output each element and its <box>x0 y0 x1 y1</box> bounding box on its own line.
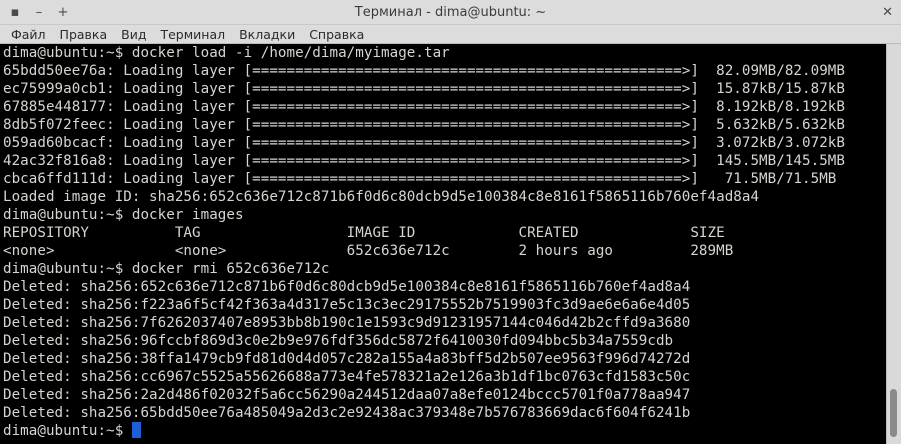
terminal-line: dima@ubuntu:~$ docker load -i /home/dima… <box>3 45 450 61</box>
terminal-line: 42ac32f816a8: Loading layer [===========… <box>3 153 845 169</box>
terminal-line: dima@ubuntu:~$ docker rmi 652c636e712c <box>3 261 330 277</box>
terminal-line: Loaded image ID: sha256:652c636e712c871b… <box>3 189 760 205</box>
terminal-line: Deleted: sha256:652c636e712c871b6f0d6c80… <box>3 279 691 295</box>
menu-view[interactable]: Вид <box>114 25 153 44</box>
terminal-line: Deleted: sha256:7f6262037407e8953bb8b190… <box>3 315 691 331</box>
menu-help[interactable]: Справка <box>302 25 371 44</box>
terminal-window: ▪ – + Терминал - dima@ubuntu: ~ ✕ Файл П… <box>0 0 901 444</box>
close-icon[interactable]: ✕ <box>882 0 893 25</box>
menu-tabs[interactable]: Вкладки <box>232 25 302 44</box>
terminal-line: Deleted: sha256:2a2d486f02032f5a6cc56290… <box>3 387 691 403</box>
scrollbar-thumb[interactable] <box>890 389 897 437</box>
terminal-line: Deleted: sha256:96fccbf869d3c0e2b9e976fd… <box>3 333 674 349</box>
terminal-line: Deleted: sha256:38ffa1479cb9fd81d0d4d057… <box>3 351 691 367</box>
menu-file[interactable]: Файл <box>4 25 53 44</box>
title-bar: ▪ – + Терминал - dima@ubuntu: ~ ✕ <box>0 0 901 25</box>
text-cursor <box>131 422 141 438</box>
terminal-line: cbca6ffd111d: Loading layer [===========… <box>3 171 837 187</box>
terminal-line: 059ad60bcacf: Loading layer [===========… <box>3 135 845 151</box>
terminal-line: 67885e448177: Loading layer [===========… <box>3 99 845 115</box>
terminal-line: REPOSITORY TAG IMAGE ID CREATED SIZE <box>3 225 725 241</box>
window-title: Терминал - dima@ubuntu: ~ <box>354 5 547 20</box>
terminal-line: dima@ubuntu:~$ docker images <box>3 207 244 223</box>
terminal-line: 65bdd50ee76a: Loading layer [===========… <box>3 63 845 79</box>
menu-terminal[interactable]: Терминал <box>153 25 232 44</box>
menu-bar: Файл Правка Вид Терминал Вкладки Справка <box>0 25 901 44</box>
terminal-output[interactable]: dima@ubuntu:~$ docker load -i /home/dima… <box>0 44 886 444</box>
menu-edit[interactable]: Правка <box>53 25 115 44</box>
terminal-prompt-line[interactable]: dima@ubuntu:~$ <box>3 422 141 440</box>
terminal-line: Deleted: sha256:65bdd50ee76a485049a2d3c2… <box>3 405 691 421</box>
terminal-line: Deleted: sha256:f223a6f5cf42f363a4d317e5… <box>3 297 691 313</box>
terminal-line: ec75999a0cb1: Loading layer [===========… <box>3 81 845 97</box>
prompt-text: dima@ubuntu:~$ <box>3 423 132 439</box>
vertical-scrollbar[interactable] <box>886 44 901 444</box>
terminal-line: Deleted: sha256:cc6967c5525a55626688a773… <box>3 369 691 385</box>
terminal-line: 8db5f072feec: Loading layer [===========… <box>3 117 845 133</box>
terminal-line: <none> <none> 652c636e712c 2 hours ago 2… <box>3 243 734 259</box>
